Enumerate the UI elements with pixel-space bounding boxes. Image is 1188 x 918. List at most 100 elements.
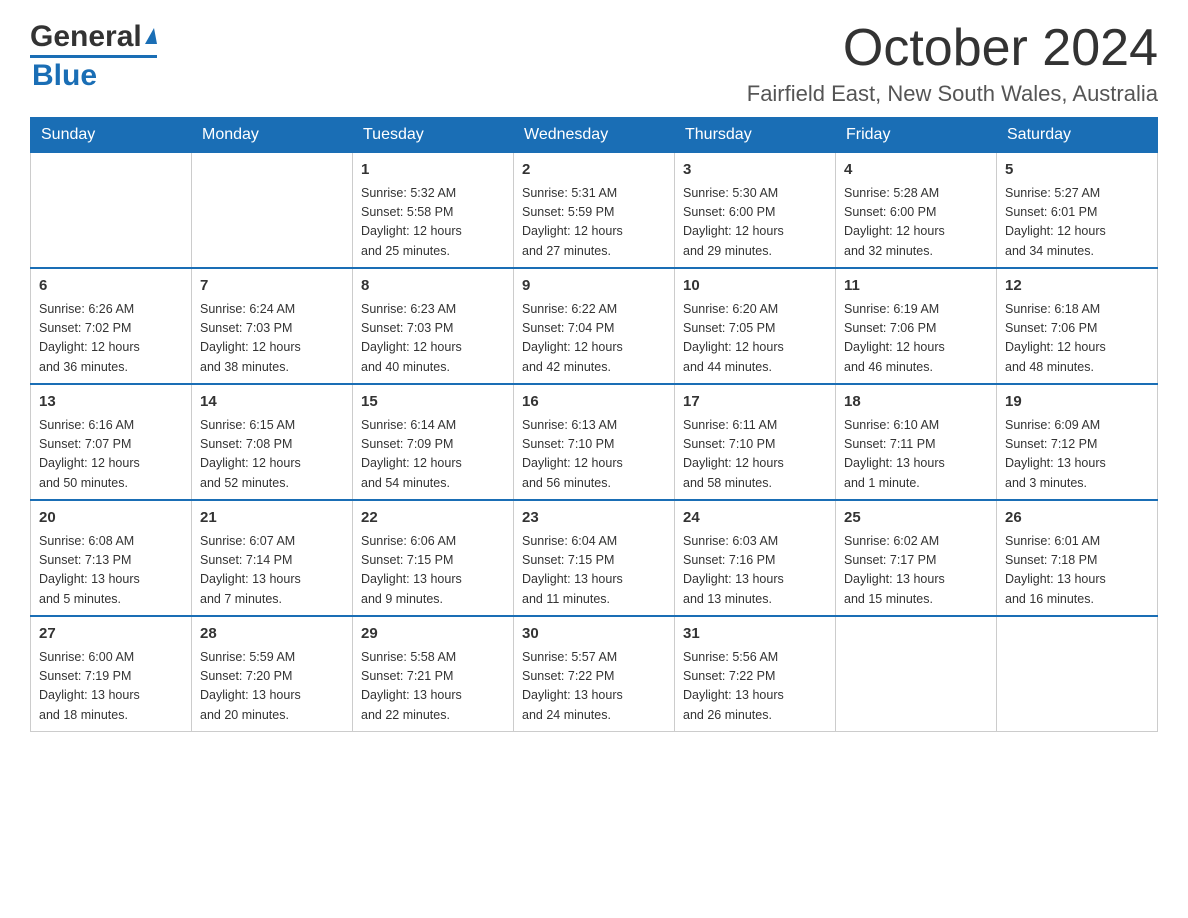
calendar-cell: 29Sunrise: 5:58 AM Sunset: 7:21 PM Dayli… (353, 616, 514, 732)
day-number: 3 (683, 159, 827, 182)
logo-general: General (30, 20, 142, 54)
day-number: 19 (1005, 391, 1149, 414)
calendar-cell: 4Sunrise: 5:28 AM Sunset: 6:00 PM Daylig… (836, 153, 997, 269)
calendar-cell: 3Sunrise: 5:30 AM Sunset: 6:00 PM Daylig… (675, 153, 836, 269)
day-number: 23 (522, 507, 666, 530)
day-info: Sunrise: 6:10 AM Sunset: 7:11 PM Dayligh… (844, 416, 988, 494)
calendar-cell: 19Sunrise: 6:09 AM Sunset: 7:12 PM Dayli… (997, 384, 1158, 500)
day-number: 15 (361, 391, 505, 414)
day-info: Sunrise: 6:04 AM Sunset: 7:15 PM Dayligh… (522, 532, 666, 610)
day-info: Sunrise: 6:06 AM Sunset: 7:15 PM Dayligh… (361, 532, 505, 610)
day-number: 11 (844, 275, 988, 298)
day-info: Sunrise: 6:00 AM Sunset: 7:19 PM Dayligh… (39, 648, 183, 726)
calendar-cell: 27Sunrise: 6:00 AM Sunset: 7:19 PM Dayli… (31, 616, 192, 732)
logo-blue: Blue (32, 59, 97, 93)
day-info: Sunrise: 6:03 AM Sunset: 7:16 PM Dayligh… (683, 532, 827, 610)
calendar-cell: 12Sunrise: 6:18 AM Sunset: 7:06 PM Dayli… (997, 268, 1158, 384)
calendar-cell: 8Sunrise: 6:23 AM Sunset: 7:03 PM Daylig… (353, 268, 514, 384)
day-info: Sunrise: 5:31 AM Sunset: 5:59 PM Dayligh… (522, 184, 666, 262)
calendar-header-row: SundayMondayTuesdayWednesdayThursdayFrid… (31, 118, 1158, 153)
calendar-cell: 23Sunrise: 6:04 AM Sunset: 7:15 PM Dayli… (514, 500, 675, 616)
col-header-thursday: Thursday (675, 118, 836, 153)
calendar-cell (31, 153, 192, 269)
calendar-cell: 6Sunrise: 6:26 AM Sunset: 7:02 PM Daylig… (31, 268, 192, 384)
day-number: 24 (683, 507, 827, 530)
location-title: Fairfield East, New South Wales, Austral… (747, 81, 1158, 107)
day-info: Sunrise: 6:22 AM Sunset: 7:04 PM Dayligh… (522, 300, 666, 378)
day-info: Sunrise: 5:32 AM Sunset: 5:58 PM Dayligh… (361, 184, 505, 262)
day-info: Sunrise: 5:57 AM Sunset: 7:22 PM Dayligh… (522, 648, 666, 726)
calendar-cell: 15Sunrise: 6:14 AM Sunset: 7:09 PM Dayli… (353, 384, 514, 500)
page-header: General Blue October 2024 Fairfield East… (30, 20, 1158, 107)
day-number: 28 (200, 623, 344, 646)
day-info: Sunrise: 6:13 AM Sunset: 7:10 PM Dayligh… (522, 416, 666, 494)
col-header-saturday: Saturday (997, 118, 1158, 153)
calendar-cell: 1Sunrise: 5:32 AM Sunset: 5:58 PM Daylig… (353, 153, 514, 269)
logo: General Blue (30, 20, 157, 93)
day-info: Sunrise: 5:30 AM Sunset: 6:00 PM Dayligh… (683, 184, 827, 262)
calendar-cell: 26Sunrise: 6:01 AM Sunset: 7:18 PM Dayli… (997, 500, 1158, 616)
day-info: Sunrise: 6:18 AM Sunset: 7:06 PM Dayligh… (1005, 300, 1149, 378)
day-number: 18 (844, 391, 988, 414)
calendar-cell: 5Sunrise: 5:27 AM Sunset: 6:01 PM Daylig… (997, 153, 1158, 269)
day-number: 30 (522, 623, 666, 646)
calendar-cell: 28Sunrise: 5:59 AM Sunset: 7:20 PM Dayli… (192, 616, 353, 732)
calendar-cell: 17Sunrise: 6:11 AM Sunset: 7:10 PM Dayli… (675, 384, 836, 500)
calendar-cell: 9Sunrise: 6:22 AM Sunset: 7:04 PM Daylig… (514, 268, 675, 384)
day-number: 13 (39, 391, 183, 414)
day-info: Sunrise: 6:07 AM Sunset: 7:14 PM Dayligh… (200, 532, 344, 610)
calendar-cell: 20Sunrise: 6:08 AM Sunset: 7:13 PM Dayli… (31, 500, 192, 616)
day-number: 2 (522, 159, 666, 182)
day-number: 10 (683, 275, 827, 298)
day-info: Sunrise: 6:26 AM Sunset: 7:02 PM Dayligh… (39, 300, 183, 378)
calendar-cell: 30Sunrise: 5:57 AM Sunset: 7:22 PM Dayli… (514, 616, 675, 732)
day-info: Sunrise: 6:11 AM Sunset: 7:10 PM Dayligh… (683, 416, 827, 494)
day-number: 7 (200, 275, 344, 298)
calendar-cell: 10Sunrise: 6:20 AM Sunset: 7:05 PM Dayli… (675, 268, 836, 384)
day-info: Sunrise: 6:23 AM Sunset: 7:03 PM Dayligh… (361, 300, 505, 378)
calendar-cell (997, 616, 1158, 732)
day-number: 12 (1005, 275, 1149, 298)
calendar-cell (192, 153, 353, 269)
calendar-cell: 21Sunrise: 6:07 AM Sunset: 7:14 PM Dayli… (192, 500, 353, 616)
month-title: October 2024 (747, 20, 1158, 77)
calendar-cell: 25Sunrise: 6:02 AM Sunset: 7:17 PM Dayli… (836, 500, 997, 616)
week-row-1: 1Sunrise: 5:32 AM Sunset: 5:58 PM Daylig… (31, 153, 1158, 269)
day-info: Sunrise: 6:15 AM Sunset: 7:08 PM Dayligh… (200, 416, 344, 494)
day-number: 9 (522, 275, 666, 298)
col-header-tuesday: Tuesday (353, 118, 514, 153)
week-row-5: 27Sunrise: 6:00 AM Sunset: 7:19 PM Dayli… (31, 616, 1158, 732)
week-row-2: 6Sunrise: 6:26 AM Sunset: 7:02 PM Daylig… (31, 268, 1158, 384)
day-number: 21 (200, 507, 344, 530)
day-info: Sunrise: 5:59 AM Sunset: 7:20 PM Dayligh… (200, 648, 344, 726)
day-number: 25 (844, 507, 988, 530)
calendar-cell: 13Sunrise: 6:16 AM Sunset: 7:07 PM Dayli… (31, 384, 192, 500)
calendar-cell: 24Sunrise: 6:03 AM Sunset: 7:16 PM Dayli… (675, 500, 836, 616)
calendar-cell: 7Sunrise: 6:24 AM Sunset: 7:03 PM Daylig… (192, 268, 353, 384)
day-number: 27 (39, 623, 183, 646)
day-number: 5 (1005, 159, 1149, 182)
calendar-cell: 18Sunrise: 6:10 AM Sunset: 7:11 PM Dayli… (836, 384, 997, 500)
calendar-cell: 11Sunrise: 6:19 AM Sunset: 7:06 PM Dayli… (836, 268, 997, 384)
week-row-3: 13Sunrise: 6:16 AM Sunset: 7:07 PM Dayli… (31, 384, 1158, 500)
day-number: 6 (39, 275, 183, 298)
day-info: Sunrise: 5:58 AM Sunset: 7:21 PM Dayligh… (361, 648, 505, 726)
day-number: 26 (1005, 507, 1149, 530)
col-header-monday: Monday (192, 118, 353, 153)
day-info: Sunrise: 6:14 AM Sunset: 7:09 PM Dayligh… (361, 416, 505, 494)
day-info: Sunrise: 5:56 AM Sunset: 7:22 PM Dayligh… (683, 648, 827, 726)
calendar-cell (836, 616, 997, 732)
week-row-4: 20Sunrise: 6:08 AM Sunset: 7:13 PM Dayli… (31, 500, 1158, 616)
day-number: 14 (200, 391, 344, 414)
day-info: Sunrise: 5:28 AM Sunset: 6:00 PM Dayligh… (844, 184, 988, 262)
day-number: 8 (361, 275, 505, 298)
day-number: 4 (844, 159, 988, 182)
col-header-sunday: Sunday (31, 118, 192, 153)
day-info: Sunrise: 6:24 AM Sunset: 7:03 PM Dayligh… (200, 300, 344, 378)
calendar-cell: 14Sunrise: 6:15 AM Sunset: 7:08 PM Dayli… (192, 384, 353, 500)
day-number: 29 (361, 623, 505, 646)
day-number: 31 (683, 623, 827, 646)
title-area: October 2024 Fairfield East, New South W… (747, 20, 1158, 107)
logo-triangle-icon (145, 28, 157, 44)
day-info: Sunrise: 6:01 AM Sunset: 7:18 PM Dayligh… (1005, 532, 1149, 610)
